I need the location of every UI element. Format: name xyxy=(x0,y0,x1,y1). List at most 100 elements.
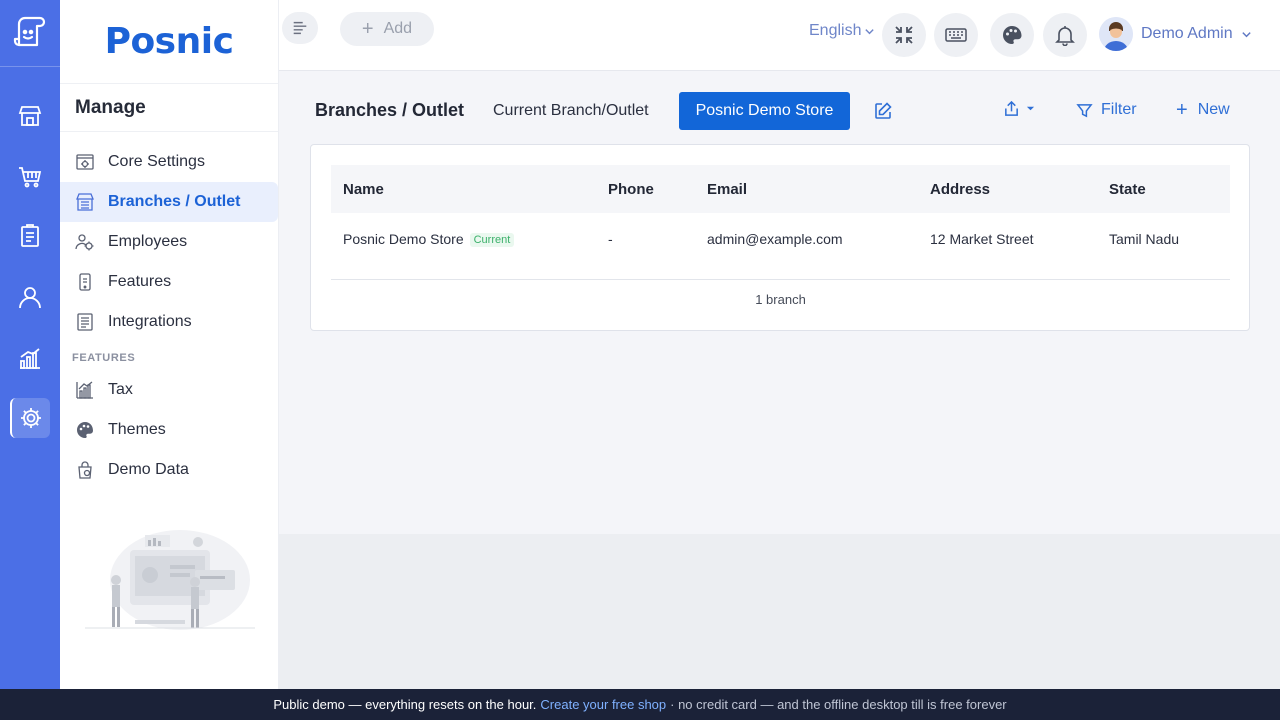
caret-down-icon xyxy=(1026,106,1035,111)
new-button[interactable]: + New xyxy=(1176,99,1230,121)
add-button-label: Add xyxy=(383,20,413,37)
column-header-address[interactable]: Address xyxy=(930,181,990,198)
rail-settings-button[interactable] xyxy=(10,398,50,438)
list-icon xyxy=(75,312,95,332)
table-header: Name Phone Email Address State xyxy=(331,165,1230,213)
table-row[interactable]: Posnic Demo Store Current - admin@example… xyxy=(331,213,1230,265)
sidebar-item-label: Features xyxy=(108,273,172,290)
cell-name: Posnic Demo Store Current xyxy=(343,231,515,248)
rail-reports-button[interactable] xyxy=(10,338,50,378)
top-bar: + Add English Demo Admin xyxy=(279,0,1280,71)
current-branch-label: Current Branch/Outlet xyxy=(493,102,649,119)
brand-name: Posnic xyxy=(104,21,234,62)
status-badge: Current xyxy=(469,233,515,248)
user-menu[interactable]: Demo Admin xyxy=(1099,17,1252,51)
banner-rest-text: · no credit card — and the offline deskt… xyxy=(670,697,1007,712)
column-header-state[interactable]: State xyxy=(1109,181,1146,198)
cell-email: admin@example.com xyxy=(707,231,843,247)
keyboard-button[interactable] xyxy=(934,13,978,57)
avatar xyxy=(1099,17,1133,51)
chevron-down-icon xyxy=(865,28,875,34)
filter-label: Filter xyxy=(1101,101,1137,118)
sidebar-item-label: Employees xyxy=(108,233,188,250)
add-button[interactable]: + Add xyxy=(340,12,434,46)
gear-icon xyxy=(21,408,41,428)
plus-icon: + xyxy=(1176,99,1188,121)
sidebar-item-label: Demo Data xyxy=(108,461,189,478)
employees-icon xyxy=(75,232,95,252)
sidebar-item-label: Integrations xyxy=(108,313,192,330)
filter-icon xyxy=(1076,103,1093,117)
sidebar-item-label: Branches / Outlet xyxy=(108,193,241,210)
user-name: Demo Admin xyxy=(1141,25,1233,42)
sidebar-item-label: Core Settings xyxy=(108,153,205,170)
branches-table-card: Name Phone Email Address State Posnic De… xyxy=(310,144,1250,331)
sidebar-item-label: Tax xyxy=(108,381,133,398)
create-shop-link[interactable]: Create your free shop xyxy=(540,697,666,712)
table-footer-count: 1 branch xyxy=(331,279,1230,319)
cell-address: 12 Market Street xyxy=(930,231,1034,247)
sidebar-item-label: Themes xyxy=(108,421,166,438)
bar-chart-icon xyxy=(20,348,40,369)
palette-icon xyxy=(75,420,95,440)
sidebar-item-branches[interactable]: Branches / Outlet xyxy=(60,182,278,222)
cart-icon xyxy=(19,167,42,188)
rail-user-button[interactable] xyxy=(10,277,50,317)
page-title: Branches / Outlet xyxy=(315,100,465,120)
column-header-name[interactable]: Name xyxy=(343,181,384,198)
content-lower-background xyxy=(279,534,1280,689)
user-icon xyxy=(19,287,41,309)
rail-store-button[interactable] xyxy=(10,96,50,136)
sidebar-item-demo-data[interactable]: Demo Data xyxy=(60,450,278,490)
column-header-email[interactable]: Email xyxy=(707,181,747,198)
keyboard-icon xyxy=(945,28,967,42)
bag-icon xyxy=(75,460,95,480)
app-logo-icon[interactable] xyxy=(10,12,50,52)
sidebar-item-employees[interactable]: Employees xyxy=(60,222,278,262)
sidebar-item-themes[interactable]: Themes xyxy=(60,410,278,450)
chevron-down-icon xyxy=(1241,31,1251,37)
fullscreen-icon xyxy=(895,26,913,44)
icon-rail xyxy=(0,0,60,689)
theme-button[interactable] xyxy=(990,13,1034,57)
phone-icon xyxy=(75,272,95,292)
rail-cart-button[interactable] xyxy=(10,156,50,196)
chart-icon xyxy=(75,380,95,400)
store-icon xyxy=(18,106,42,126)
column-header-phone[interactable]: Phone xyxy=(608,181,654,198)
sidebar-item-tax[interactable]: Tax xyxy=(60,370,278,410)
branch-name: Posnic Demo Store xyxy=(343,231,464,247)
language-selector[interactable]: English xyxy=(809,22,875,40)
bell-icon xyxy=(1055,26,1075,46)
menu-toggle-button[interactable] xyxy=(282,12,318,44)
fullscreen-button[interactable] xyxy=(882,13,926,57)
notifications-button[interactable] xyxy=(1043,13,1087,57)
section-label-features: FEATURES xyxy=(72,352,136,364)
rail-divider xyxy=(0,66,60,67)
sidebar-nav: Core Settings Branches / Outlet Employee… xyxy=(60,132,278,490)
sidebar-illustration xyxy=(85,520,255,635)
palette-icon xyxy=(1003,26,1022,44)
sidebar-item-features[interactable]: Features xyxy=(60,262,278,302)
rail-clipboard-button[interactable] xyxy=(10,216,50,256)
demo-banner: Public demo — everything resets on the h… xyxy=(0,689,1280,720)
language-label: English xyxy=(809,22,862,39)
brand-logo[interactable]: Posnic xyxy=(60,0,278,84)
banner-text: Public demo — everything resets on the h… xyxy=(273,697,537,712)
sidebar-item-integrations[interactable]: Integrations xyxy=(60,302,278,342)
share-icon xyxy=(1005,100,1018,116)
filter-button[interactable]: Filter xyxy=(1076,101,1137,119)
export-dropdown[interactable] xyxy=(1003,100,1035,117)
sidebar: Posnic Manage Core Settings Branches / O… xyxy=(60,0,279,689)
sidebar-item-core-settings[interactable]: Core Settings xyxy=(60,142,278,182)
plus-icon: + xyxy=(361,18,374,40)
settings-doc-icon xyxy=(75,152,95,172)
edit-icon[interactable] xyxy=(873,101,893,121)
store-icon xyxy=(75,192,95,212)
new-label: New xyxy=(1197,101,1230,118)
menu-icon xyxy=(293,21,307,35)
sidebar-heading: Manage xyxy=(60,84,278,132)
current-store-button[interactable]: Posnic Demo Store xyxy=(679,92,850,130)
clipboard-icon xyxy=(21,224,39,247)
cell-state: Tamil Nadu xyxy=(1109,231,1180,247)
